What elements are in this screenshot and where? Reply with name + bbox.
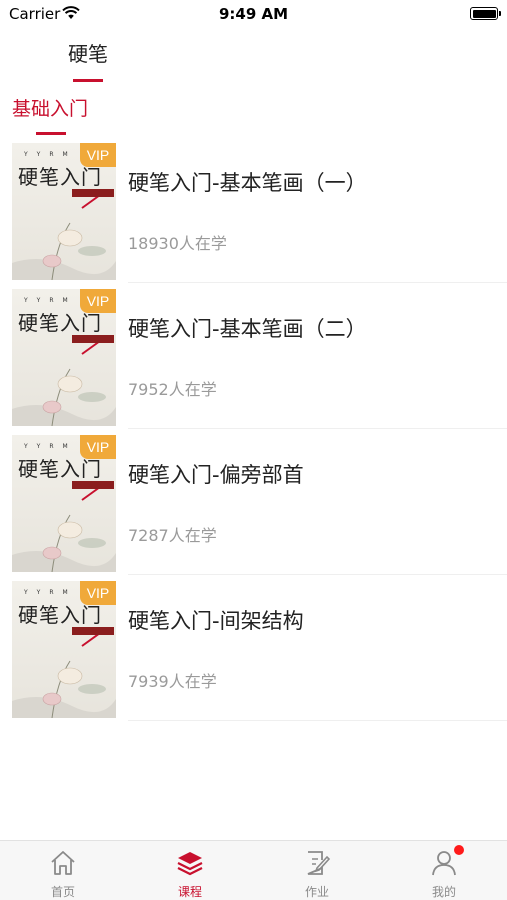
vip-badge: VIP	[80, 289, 116, 313]
vip-badge: VIP	[80, 143, 116, 167]
tab-profile[interactable]: 我的	[381, 841, 507, 900]
cover-pinyin: YYRM	[24, 297, 77, 304]
clock: 9:49 AM	[218, 5, 289, 23]
subtab-basics-label: 基础入门	[12, 98, 89, 120]
tab-hard-pen-label: 硬笔	[68, 42, 108, 66]
cover-subtitle	[72, 189, 114, 197]
battery-icon	[470, 7, 501, 20]
tab-courses-label: 课程	[177, 885, 202, 899]
user-icon	[430, 849, 458, 881]
status-bar: Carrier 9:49 AM	[0, 0, 507, 28]
edit-document-icon	[303, 849, 331, 881]
home-icon	[49, 849, 77, 881]
course-item[interactable]: YYRM 硬笔入门 VIP 硬笔入门-间架结构 7939人在学	[0, 578, 507, 724]
course-learner-count: 7939人在学	[128, 672, 217, 691]
course-learner-count: 7287人在学	[128, 526, 217, 545]
course-list: YYRM 硬笔入门 VIP 硬笔入门-基本笔画（一） 18930人在学 YYRM…	[0, 140, 507, 724]
tab-indicator	[73, 79, 103, 82]
vip-badge: VIP	[80, 581, 116, 605]
subtab-indicator	[36, 132, 66, 135]
cover-pinyin: YYRM	[24, 589, 77, 596]
cover-pinyin: YYRM	[24, 443, 77, 450]
tab-homework-label: 作业	[304, 885, 329, 899]
vip-badge: VIP	[80, 435, 116, 459]
course-learner-count: 18930人在学	[128, 234, 227, 253]
course-title: 硬笔入门-基本笔画（二）	[128, 317, 367, 341]
course-item[interactable]: YYRM 硬笔入门 VIP 硬笔入门-偏旁部首 7287人在学	[0, 432, 507, 578]
tab-courses[interactable]: 课程	[127, 841, 253, 900]
notification-dot	[454, 845, 464, 855]
course-item[interactable]: YYRM 硬笔入门 VIP 硬笔入门-基本笔画（一） 18930人在学	[0, 140, 507, 286]
tab-profile-label: 我的	[431, 885, 456, 899]
course-title: 硬笔入门-间架结构	[128, 609, 304, 633]
course-title: 硬笔入门-基本笔画（一）	[128, 171, 367, 195]
subtab-basics[interactable]: 基础入门	[12, 94, 90, 135]
cover-pinyin: YYRM	[24, 151, 77, 158]
tab-hard-pen[interactable]: 硬笔	[60, 38, 116, 82]
tab-homework[interactable]: 作业	[254, 841, 380, 900]
course-title: 硬笔入门-偏旁部首	[128, 463, 304, 487]
stack-icon	[176, 849, 204, 881]
bottom-tab-bar: 首页 课程 作业 我的	[0, 840, 507, 900]
course-item[interactable]: YYRM 硬笔入门 VIP 硬笔入门-基本笔画（二） 7952人在学	[0, 286, 507, 432]
course-learner-count: 7952人在学	[128, 380, 217, 399]
cover-subtitle	[72, 335, 114, 343]
tab-home-label: 首页	[50, 885, 75, 899]
tab-home[interactable]: 首页	[0, 841, 126, 900]
cover-subtitle	[72, 627, 114, 635]
cover-subtitle	[72, 481, 114, 489]
